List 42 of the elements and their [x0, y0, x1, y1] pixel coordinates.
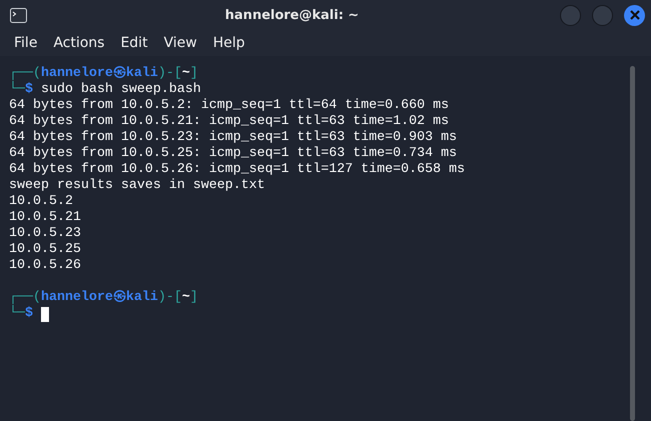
prompt-bracket: ] [190, 290, 198, 306]
menu-item[interactable]: Actions [45, 33, 113, 53]
output-line: 64 bytes from 10.0.5.23: icmp_seq=1 ttl=63 time=0.903 ms [9, 130, 457, 146]
prompt-symbol: ㉿ [112, 290, 126, 306]
prompt-frame: ┌──( [9, 66, 41, 82]
prompt-symbol: ㉿ [112, 66, 126, 82]
prompt-user: hannelore [41, 66, 113, 82]
prompt-frame: └─ [9, 306, 25, 322]
output-line: 64 bytes from 10.0.5.21: icmp_seq=1 ttl=63 time=1.02 ms [9, 114, 449, 130]
menu-item[interactable]: View [156, 33, 205, 53]
minimize-button[interactable] [560, 4, 581, 26]
close-icon [630, 10, 640, 20]
prompt-frame: ┌──( [9, 290, 41, 306]
prompt-frame: └─ [9, 82, 25, 98]
output-line: sweep results saves in sweep.txt [9, 178, 265, 194]
output-line: 10.0.5.26 [9, 258, 81, 274]
prompt-host: kali [126, 66, 158, 82]
maximize-button[interactable] [592, 4, 613, 26]
prompt-directory: ~ [182, 290, 190, 306]
prompt-sign: $ [25, 82, 33, 98]
menu-item[interactable]: Help [204, 33, 253, 53]
prompt-user: hannelore [41, 290, 113, 306]
menu-item[interactable]: File [6, 33, 46, 53]
output-line: 10.0.5.25 [9, 242, 81, 258]
output-line: 10.0.5.21 [9, 210, 81, 226]
prompt-separator: )-[ [158, 66, 182, 82]
window-title: hannelore@kali: ~ [224, 8, 360, 22]
terminal-icon [10, 8, 27, 22]
prompt-directory: ~ [182, 66, 190, 82]
prompt-bracket: ] [190, 66, 198, 82]
output-line: 64 bytes from 10.0.5.2: icmp_seq=1 ttl=64 time=0.660 ms [9, 98, 449, 114]
output-line: 10.0.5.23 [9, 226, 81, 242]
menu-item[interactable]: Edit [112, 33, 156, 53]
prompt-host: kali [126, 290, 158, 306]
close-button[interactable] [624, 4, 645, 26]
output-line: 64 bytes from 10.0.5.26: icmp_seq=1 ttl=127 time=0.658 ms [9, 162, 465, 178]
command-text: sudo bash sweep.bash [41, 82, 201, 98]
output-line: 64 bytes from 10.0.5.25: icmp_seq=1 ttl=63 time=0.734 ms [9, 146, 457, 162]
prompt-sign: $ [25, 306, 33, 322]
scrollbar[interactable] [630, 66, 635, 421]
prompt-separator: )-[ [158, 290, 182, 306]
output-line: 10.0.5.2 [9, 194, 73, 210]
